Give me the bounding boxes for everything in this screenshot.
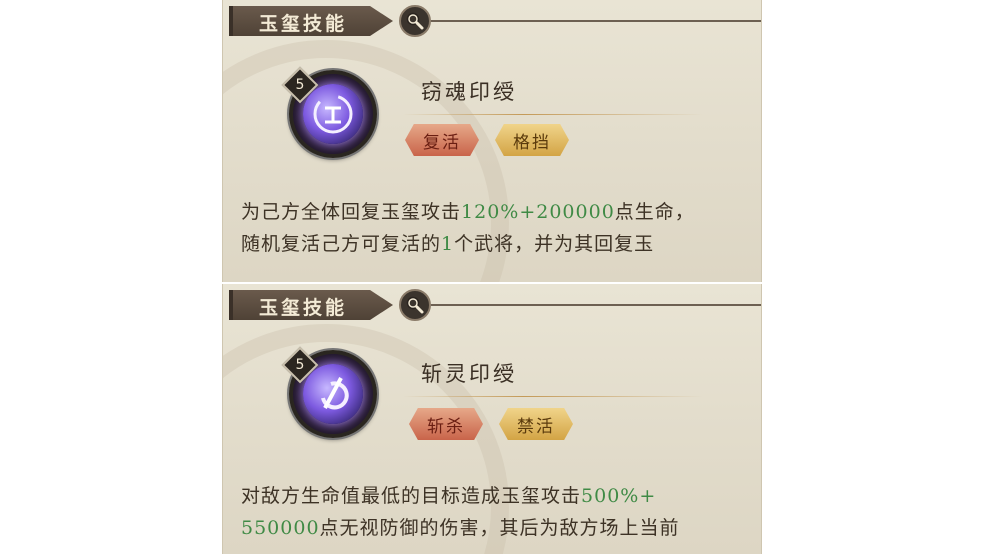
skill-panel: 玉玺技能 5 窃魂印绶 复活 格挡 为己方全体回复玉玺攻击120%+200000…	[222, 0, 762, 282]
skill-tag: 复活	[405, 124, 479, 156]
magnifier-icon[interactable]	[399, 5, 431, 37]
skill-name: 斩灵印绶	[421, 362, 517, 386]
name-divider	[403, 396, 703, 397]
skill-tag: 斩杀	[409, 408, 483, 440]
description-line: 随机复活己方可复活的1个武将，并为其回复玉	[241, 233, 655, 255]
magnifier-icon[interactable]	[399, 289, 431, 321]
panel-header: 玉玺技能	[223, 288, 761, 322]
skill-tag: 格挡	[495, 124, 569, 156]
description-line: 为己方全体回复玉玺攻击120%+200000点生命，	[241, 201, 695, 223]
description-line: 对敌方生命值最低的目标造成玉玺攻击500%+	[241, 485, 657, 507]
seal-swirl-icon	[303, 84, 363, 144]
skill-icon[interactable]: 5	[281, 346, 377, 438]
panel-header: 玉玺技能	[223, 4, 761, 38]
skill-tag: 禁活	[499, 408, 573, 440]
skill-panel: 玉玺技能 5 斩灵印绶 斩杀 禁活 对敌方生命值最低的目标造成玉玺攻击500%+…	[222, 284, 762, 554]
skill-description: 对敌方生命值最低的目标造成玉玺攻击500%+ 550000点无视防御的伤害，其后…	[241, 480, 751, 544]
header-divider	[431, 304, 761, 306]
header-divider	[431, 20, 761, 22]
description-line: 550000点无视防御的伤害，其后为敌方场上当前	[241, 517, 680, 539]
name-divider	[403, 114, 703, 115]
header-title: 玉玺技能	[259, 13, 348, 35]
skill-icon[interactable]: 5	[281, 66, 377, 158]
skill-description: 为己方全体回复玉玺攻击120%+200000点生命， 随机复活己方可复活的1个武…	[241, 196, 751, 260]
slash-seal-icon	[303, 364, 363, 424]
skill-name: 窃魂印绶	[421, 80, 517, 104]
header-title: 玉玺技能	[259, 297, 348, 319]
